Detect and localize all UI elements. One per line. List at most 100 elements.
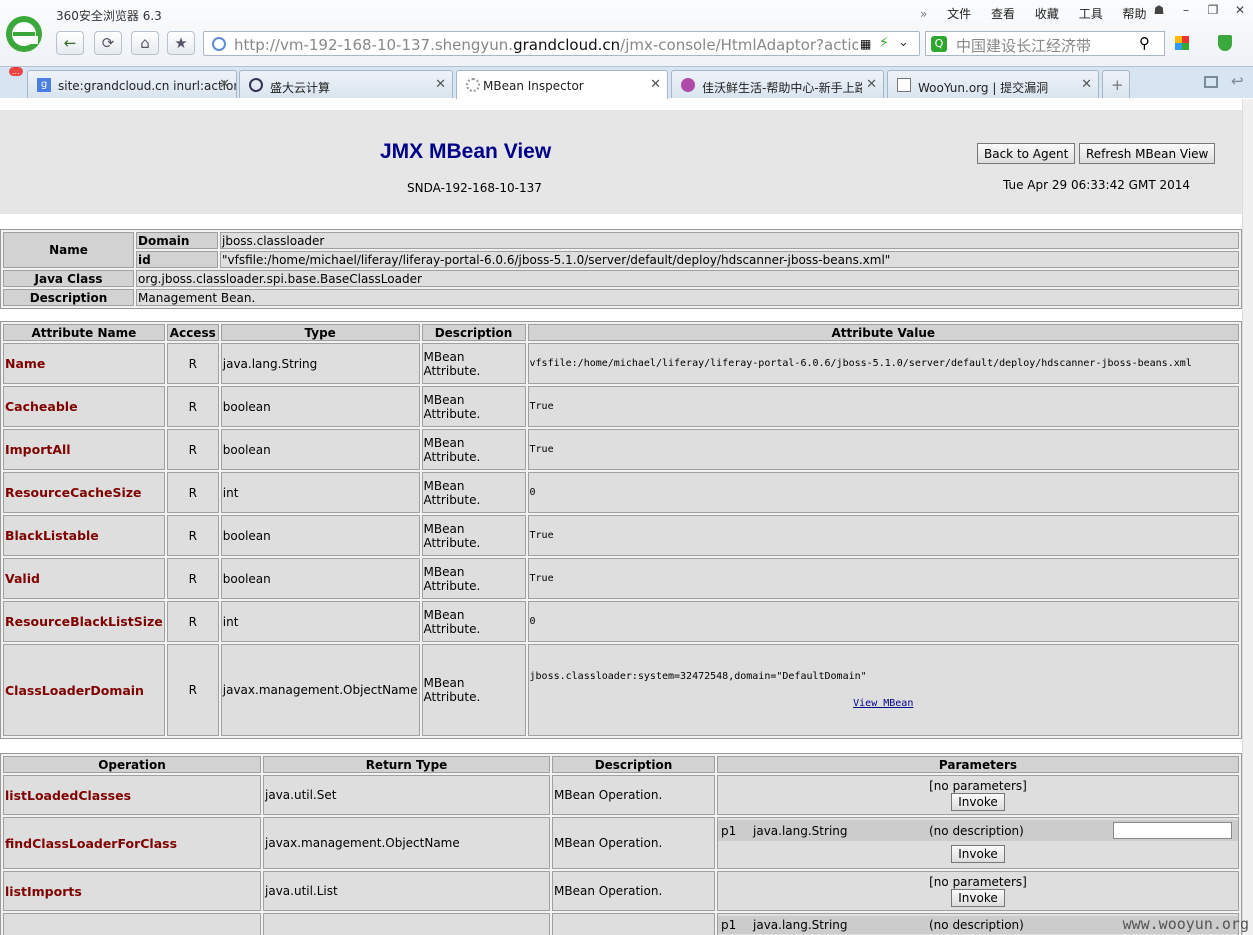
refresh-icon[interactable]: ⟳ (94, 31, 122, 55)
attributes-table: Attribute Name Access Type Description A… (0, 321, 1242, 739)
host-name: SNDA-192-168-10-137 (407, 181, 542, 195)
mbean-info-table: Name Domain jboss.classloader id "vfsfile:/… (0, 229, 1242, 309)
url-domain: grandcloud.cn (513, 36, 621, 54)
java-class-label: Java Class (3, 270, 134, 287)
col-op-description: Description (552, 756, 715, 773)
table-row: ResourceCacheSize Rint MBean Attribute. 0 (3, 472, 1239, 513)
table-row: BlackListable Rboolean MBean Attribute. Tru… (3, 515, 1239, 556)
table-row: listLoadedClasses java.util.Set MBean Op… (3, 775, 1239, 815)
tab-close-icon[interactable]: ✕ (650, 77, 661, 92)
col-parameters: Parameters (717, 756, 1239, 773)
no-params-label: [no parameters] (929, 875, 1027, 889)
grandcloud-icon (249, 78, 263, 92)
description-value: Management Bean. (136, 289, 1239, 306)
col-type: Type (220, 324, 420, 341)
browser-logo-icon (6, 16, 42, 52)
search-box[interactable]: Q 中国建设长江经济带 ⚲ (925, 31, 1165, 56)
table-row: Name Rjava.lang.String MBean Attribute. vfs… (3, 343, 1239, 384)
description-label: Description (3, 289, 134, 306)
col-attribute-name: Attribute Name (3, 324, 165, 341)
invoke-button[interactable]: Invoke (951, 793, 1005, 811)
operations-table: Operation Return Type Description Parame… (0, 753, 1242, 935)
new-tab-button[interactable]: + (1102, 70, 1130, 98)
tab-google-search[interactable]: gsite:grandcloud.cn inurl:action - G✕ (27, 70, 237, 98)
param-p1-input[interactable] (1113, 822, 1232, 839)
menu-favorites[interactable]: 收藏 (1035, 7, 1059, 21)
dropdown-icon[interactable]: ⌄ (898, 35, 909, 50)
table-row: ImportAll Rboolean MBean Attribute. True (3, 429, 1239, 470)
tab-close-icon[interactable]: ✕ (435, 77, 446, 92)
col-return-type: Return Type (263, 756, 550, 773)
id-value: "vfsfile:/home/michael/liferay/liferay-p… (220, 251, 1239, 268)
notification-badge[interactable]: ... (9, 67, 23, 76)
domain-label: Domain (136, 232, 218, 249)
speed-icon[interactable]: ⚡ (879, 35, 889, 51)
java-class-value: org.jboss.classloader.spi.base.BaseClass… (136, 270, 1239, 287)
timestamp: Tue Apr 29 06:33:42 GMT 2014 (1003, 178, 1191, 192)
param-table: p1 java.lang.String (no description) (718, 820, 1238, 841)
menu-view[interactable]: 查看 (991, 7, 1015, 21)
classloader-domain-value: jboss.classloader:system=32472548,domain… (529, 671, 867, 682)
restore-icon[interactable]: ❐ (1202, 3, 1224, 19)
menu-file[interactable]: 文件 (947, 7, 971, 21)
page-header: JMX MBean View SNDA-192-168-10-137 Back … (0, 110, 1242, 214)
menu-tools[interactable]: 工具 (1079, 7, 1103, 21)
tab-grandcloud[interactable]: 盛大云计算 ✕ (239, 70, 453, 98)
tab-mbean-inspector[interactable]: MBean Inspector ✕ (456, 70, 668, 99)
favorite-star-icon[interactable]: ★ (167, 31, 195, 55)
jiawo-icon (681, 78, 695, 92)
menu-help[interactable]: 帮助 (1123, 7, 1147, 21)
undo-close-icon[interactable]: ↩ (1231, 72, 1244, 90)
tab-jiawo[interactable]: 佳沃鲜生活-帮助中心-新手上路 ✕ (671, 70, 884, 98)
search-engine-icon[interactable]: Q (931, 36, 947, 52)
url-prefix: http://vm-192-168-10-137.shengyun. (234, 36, 514, 54)
domain-value: jboss.classloader (220, 232, 1239, 249)
table-row: ResourceBlackListSize Rint MBean Attribute… (3, 601, 1239, 642)
search-icon[interactable]: ⚲ (1139, 34, 1150, 52)
scrollbar[interactable] (1242, 99, 1253, 935)
invoke-button[interactable]: Invoke (951, 845, 1005, 863)
address-bar[interactable]: http://vm-192-168-10-137.shengyun.grandc… (203, 31, 920, 56)
qrcode-icon[interactable]: ▦ (860, 37, 871, 51)
tab-close-icon[interactable]: ✕ (866, 77, 877, 92)
back-to-agent-button[interactable]: Back to Agent (977, 143, 1076, 164)
apps-icon[interactable] (1175, 36, 1189, 50)
menu-bar: » 文件 查看 收藏 工具 帮助 (920, 7, 1147, 21)
back-icon[interactable]: ← (56, 31, 84, 55)
table-row: ClassLoaderDomain Rjavax.management.Objec… (3, 644, 1239, 736)
table-row: findClassLoaderForClass javax.management… (3, 817, 1239, 869)
table-row: Cacheable Rboolean MBean Attribute. True (3, 386, 1239, 427)
page-icon (212, 37, 226, 51)
close-icon[interactable]: ✕ (1229, 3, 1251, 19)
invoke-button[interactable]: Invoke (951, 889, 1005, 907)
security-shield-icon[interactable] (1218, 35, 1232, 51)
col-description: Description (421, 324, 526, 341)
name-label: Name (3, 232, 134, 268)
col-attribute-value: Attribute Value (527, 324, 1239, 341)
id-label: id (136, 251, 218, 268)
tab-wooyun[interactable]: WooYun.org | 提交漏洞 ✕ (887, 70, 1099, 98)
window-title: 360安全浏览器 6.3 (56, 9, 162, 23)
loading-icon (466, 78, 480, 92)
tab-close-icon[interactable]: ✕ (1081, 77, 1092, 92)
tab-close-icon[interactable]: ✕ (219, 77, 230, 92)
document-icon (897, 78, 911, 92)
google-icon: g (37, 78, 51, 92)
tab-strip: ... gsite:grandcloud.cn inurl:action - G… (0, 66, 1253, 99)
table-row: listImports java.util.List MBean Operati… (3, 871, 1239, 911)
view-mbean-link[interactable]: View MBean (853, 698, 913, 709)
page-title: JMX MBean View (380, 140, 552, 163)
url-path: /jmx-console/HtmlAdaptor?action=inspectM (620, 36, 858, 54)
home-icon[interactable]: ⌂ (131, 31, 159, 55)
minimize-icon[interactable]: – (1175, 3, 1197, 19)
watermark: www.wooyun.org (1122, 915, 1249, 933)
skin-icon[interactable]: ☗ (1148, 3, 1170, 19)
col-access: Access (166, 324, 219, 341)
refresh-mbean-button[interactable]: Refresh MBean View (1079, 143, 1216, 164)
restore-tab-icon[interactable] (1204, 76, 1218, 88)
page-content: JMX MBean View SNDA-192-168-10-137 Back … (0, 99, 1253, 935)
search-input[interactable]: 中国建设长江经济带 (956, 35, 1091, 56)
col-operation: Operation (3, 756, 261, 773)
table-row: p1 java.lang.String (no description) (3, 913, 1239, 935)
no-params-label: [no parameters] (929, 779, 1027, 793)
